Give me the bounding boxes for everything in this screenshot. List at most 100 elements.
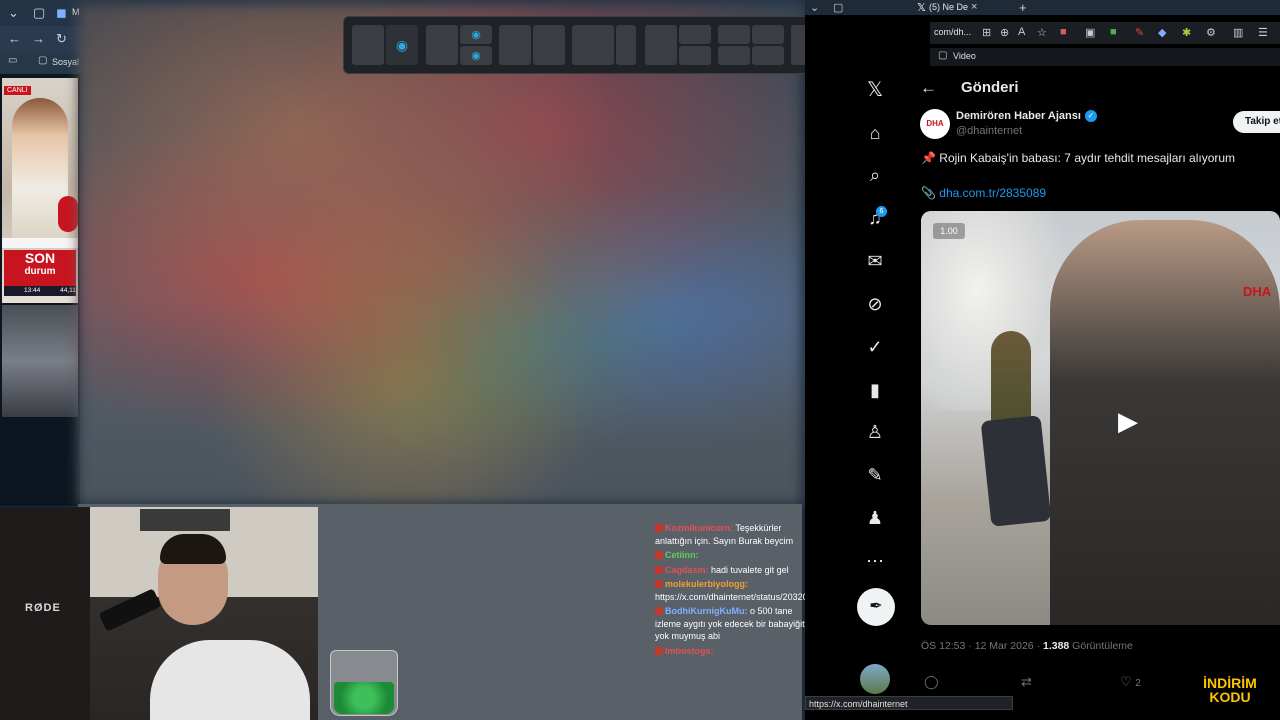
extension-3-icon[interactable]: ■ [1110, 26, 1117, 38]
video-man [1050, 220, 1280, 625]
right-favorites-bar: ▢ Video [930, 48, 1280, 66]
profile-icon[interactable]: ♟ [863, 506, 887, 530]
favorites-folder-video[interactable]: Video [953, 51, 976, 61]
collections-icon[interactable]: ☰ [1258, 26, 1268, 39]
split-screen-icon[interactable]: ▥ [1233, 26, 1243, 39]
news-time: 13:44 [24, 287, 41, 294]
snap-layout-4[interactable] [572, 25, 636, 65]
author-handle[interactable]: @dhainternet [956, 125, 1022, 137]
extensions-icon[interactable]: ⚙ [1206, 26, 1216, 39]
workspaces-icon[interactable]: ▢ [833, 1, 843, 14]
bookmarks-icon[interactable]: ▮ [863, 378, 887, 402]
tab-list-icon[interactable]: ⌄ [8, 5, 19, 21]
account-avatar[interactable] [860, 664, 890, 694]
heart-icon: ♡ [1120, 674, 1132, 689]
messages-icon[interactable]: ✉ [863, 249, 887, 273]
chat-badge-icon [655, 580, 663, 588]
edge-icon: ◉ [471, 50, 481, 62]
streamer-hair [160, 534, 226, 564]
author-avatar[interactable]: DHA [920, 109, 950, 139]
chat-badge-icon [655, 524, 663, 532]
extension-6-icon[interactable]: ✱ [1182, 26, 1191, 39]
new-tab-icon[interactable]: + [1019, 0, 1027, 15]
promo-badge: İNDİRİM KODU [1180, 668, 1280, 714]
snap-layout-3[interactable] [499, 25, 565, 65]
compose-post-button[interactable]: ✒ [857, 588, 895, 626]
chat-message: Cagdasm: hadi tuvalete git gel [655, 564, 807, 577]
zoom-icon[interactable]: ⊕ [1000, 26, 1009, 39]
jar-beads [334, 682, 394, 714]
right-tab-title[interactable]: (5) Ne De [929, 2, 968, 12]
chat-username[interactable]: Imbostogs: [665, 646, 714, 656]
search-icon[interactable]: ⌕ [863, 163, 887, 187]
post-meta: ÖS 12:53 · 12 Mar 2026 · 1.388 Görüntüle… [921, 640, 1133, 652]
repost-icon[interactable]: ⇄ [1021, 674, 1032, 690]
chat-message: Imbostogs: [655, 645, 807, 658]
apps-icon[interactable]: ⊞ [982, 26, 991, 39]
snap-layout-5[interactable] [645, 25, 711, 65]
back-icon[interactable]: ← [8, 31, 21, 46]
x-logo-icon: 𝕏 [917, 2, 926, 14]
son-durum-banner: SON durum [4, 250, 76, 286]
snap-layout-2[interactable]: ◉ ◉ [426, 25, 492, 65]
read-aloud-icon[interactable]: A [1018, 26, 1025, 38]
author-name[interactable]: Demirören Haber Ajansı [956, 110, 1081, 122]
tab-favicon-icon: ◼ [56, 5, 67, 20]
chat-username[interactable]: molekulerbiyologg: [665, 579, 748, 589]
dha-watermark: DHA [1243, 284, 1272, 299]
more-icon[interactable]: ⋯ [863, 549, 887, 573]
forward-icon[interactable]: → [32, 31, 45, 46]
grok-icon[interactable]: ⊘ [863, 292, 887, 316]
news-ticker-value: 44,11 [60, 287, 76, 294]
news-ticker: 13:44 44,11 [4, 286, 76, 296]
chat-message: Cetiinn: [655, 549, 807, 562]
like-button[interactable]: ♡ 2 [1120, 674, 1141, 690]
status-bar-url: https://x.com/dhainternet [805, 696, 1013, 710]
paperclip-icon: 📎 [921, 186, 936, 200]
extension-4-icon[interactable]: ✎ [1135, 26, 1144, 39]
extension-2-icon[interactable]: ▣ [1085, 26, 1095, 39]
articles-icon[interactable]: ✎ [863, 463, 887, 487]
video-speed-badge[interactable]: 1.00 [933, 223, 965, 239]
chat-badge-icon [655, 607, 663, 615]
extension-1-icon[interactable]: ■ [1060, 26, 1067, 38]
chat-username[interactable]: Kozmikunicorn: [665, 523, 733, 533]
reply-icon[interactable]: ◯ [924, 674, 939, 690]
durum-text: durum [24, 266, 56, 277]
live-badge: CANLI [4, 86, 31, 95]
workspaces-icon[interactable]: ▢ [33, 5, 45, 21]
favorites-folder-sosyal[interactable]: Sosyal [52, 57, 79, 67]
close-tab-icon[interactable]: × [971, 1, 977, 13]
chat-username[interactable]: Cagdasm: [665, 565, 709, 575]
chat-username[interactable]: BodhiKurnigKuMu: [665, 606, 747, 616]
sidebar-toggle-icon[interactable]: ▭ [8, 55, 17, 66]
post-link-text[interactable]: dha.com.tr/2835089 [939, 186, 1046, 200]
like-count: 2 [1135, 678, 1141, 689]
stream-chat: Kozmikunicorn: Teşekkürler anlattığın iç… [655, 522, 878, 720]
son-text: SON [24, 250, 56, 266]
right-toolbar: com/dh... ⊞ ⊕ A ☆ ■ ▣ ■ ✎ ◆ ✱ ⚙ ▥ ☰ [930, 22, 1280, 44]
notification-count-badge: 6 [876, 206, 887, 217]
play-icon[interactable]: ▶ [1110, 403, 1146, 439]
refresh-icon[interactable]: ↻ [56, 31, 67, 47]
chat-message: molekulerbiyologg: https://x.com/dhainte… [655, 578, 878, 603]
chat-text: hadi tuvalete git gel [711, 564, 789, 575]
snap-layout-6[interactable] [718, 25, 784, 65]
extension-5-icon[interactable]: ◆ [1158, 26, 1166, 39]
address-bar[interactable]: com/dh... [934, 27, 971, 37]
snap-layout-1[interactable]: ◉ [352, 25, 418, 65]
favorite-star-icon[interactable]: ☆ [1037, 26, 1047, 39]
post-link[interactable]: 📎 dha.com.tr/2835089 [921, 186, 1046, 200]
views-count: 1.388 [1042, 640, 1070, 652]
news-name-strip [2, 238, 78, 248]
x-logo-icon[interactable]: 𝕏 [863, 78, 887, 102]
post-text: 📌 Rojin Kabaiş'in babası: 7 aydır tehdit… [921, 151, 1236, 165]
home-icon[interactable]: ⌂ [863, 121, 887, 145]
chat-username[interactable]: Cetiinn: [665, 550, 699, 560]
follow-button[interactable]: Takip et [1233, 111, 1280, 133]
back-arrow-icon[interactable]: ← [920, 78, 937, 98]
tab-list-icon[interactable]: ⌄ [810, 1, 819, 14]
news-rubble-card[interactable] [2, 305, 78, 417]
jobs-icon[interactable]: ♙ [863, 420, 887, 444]
verified-orgs-icon[interactable]: ✓ [863, 335, 887, 359]
